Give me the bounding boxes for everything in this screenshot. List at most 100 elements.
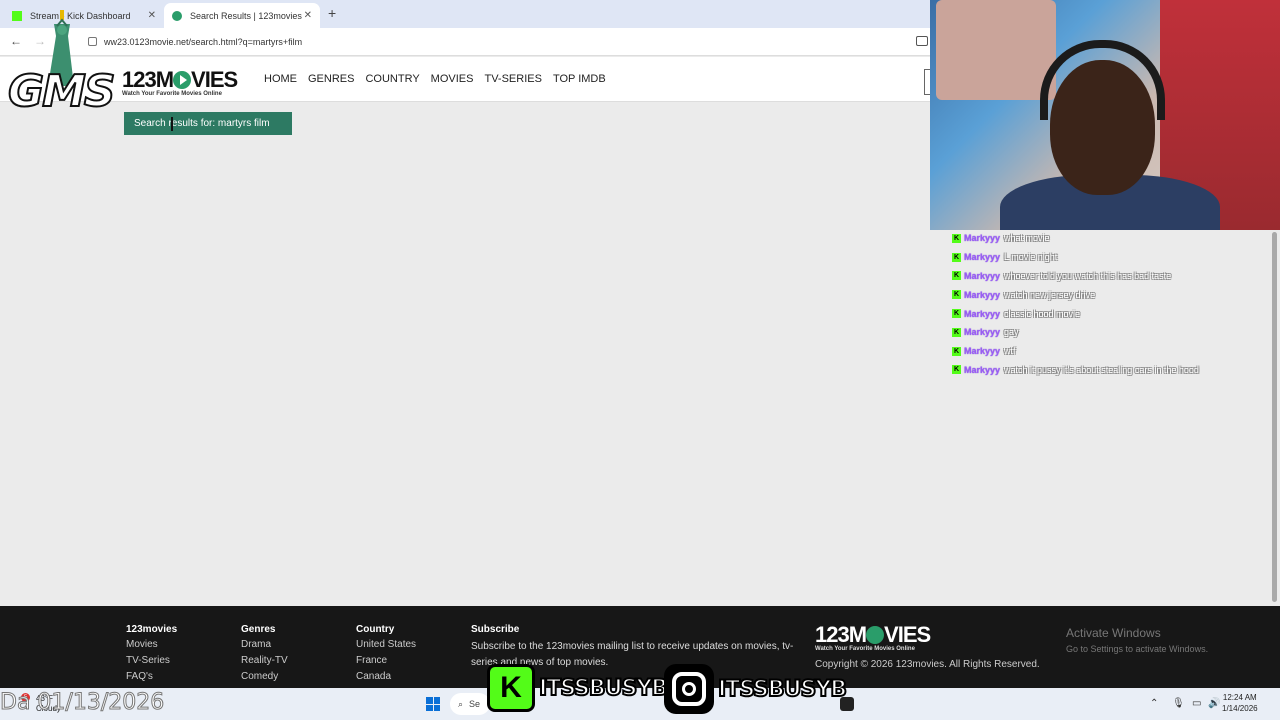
epic-games-icon[interactable] <box>840 697 854 711</box>
page-scrollbar[interactable] <box>1272 232 1277 602</box>
logo-text: 123M <box>815 622 867 647</box>
volume-icon[interactable]: 🔊 <box>1208 698 1220 709</box>
footer-heading: Subscribe <box>471 624 520 635</box>
chat-username: Markyyy <box>964 270 1001 281</box>
chat-message: K Markyyy watch new jersey drive <box>952 285 1252 304</box>
kick-badge-icon: K <box>952 290 961 300</box>
footer-logo[interactable]: 123M VIES Watch Your Favorite Movies Onli… <box>815 622 931 652</box>
footer-link-france[interactable]: France <box>356 655 416 668</box>
logo-text-end: VIES <box>884 622 931 647</box>
kick-badge-icon: K <box>952 365 961 375</box>
nav-tv-series[interactable]: TV-SERIES <box>484 73 541 85</box>
footer-link-drama[interactable]: Drama <box>241 639 288 652</box>
kick-badge-icon: K <box>952 271 961 281</box>
chat-username: Markyyy <box>964 364 1001 375</box>
kick-badge-icon: K <box>952 252 961 262</box>
nav-genres[interactable]: GENRES <box>308 73 354 85</box>
footer-heading: Genres <box>241 624 276 635</box>
taskbar-clock[interactable]: 12:24 AM 1/14/2026 <box>1222 692 1258 714</box>
taskbar-search[interactable]: ⌕ Se <box>450 693 490 715</box>
url-field[interactable]: ww23.0123movie.net/search.html?q=martyrs… <box>86 32 926 52</box>
play-icon <box>866 626 885 644</box>
chat-message: K Markyyy L movie night <box>952 248 1252 267</box>
logo-text: 123M <box>122 67 174 92</box>
footer-link-faqs[interactable]: FAQ's <box>126 671 177 684</box>
chat-text: wtf <box>1004 346 1016 357</box>
chat-overlay: K Markyyy what movie K Markyyy L movie night… <box>952 229 1252 379</box>
footer-link-canada[interactable]: Canada <box>356 671 416 684</box>
logo-tagline: Watch Your Favorite Movies Online <box>815 646 915 652</box>
activate-subtitle: Go to Settings to activate Windows. <box>1066 644 1209 654</box>
text-cursor-icon <box>171 117 173 131</box>
instagram-logo-icon <box>664 664 714 714</box>
kick-social-badge: K ITSSBUSYB <box>487 664 669 712</box>
chat-username: Markyyy <box>964 327 1001 338</box>
footer-col-country: Country United States France Canada <box>356 624 416 687</box>
chat-username: Markyyy <box>964 308 1001 319</box>
chat-text: gay <box>1004 327 1019 338</box>
windows-start-icon[interactable] <box>426 697 440 711</box>
play-icon <box>172 10 182 21</box>
main-nav: HOME GENRES COUNTRY MOVIES TV-SERIES TOP… <box>264 73 606 85</box>
search-results-text: Search results for: martyrs film <box>134 118 270 129</box>
footer-link-comedy[interactable]: Comedy <box>241 671 288 684</box>
chat-text: watch new jersey drive <box>1004 289 1096 300</box>
footer-heading: 123movies <box>126 624 178 635</box>
chat-message: K Markyyy wtf <box>952 342 1252 361</box>
close-icon[interactable]: ✕ <box>148 10 156 21</box>
activate-windows-watermark: Activate Windows Go to Settings to activ… <box>1066 626 1208 654</box>
site-logo[interactable]: 123M VIES Watch Your Favorite Movies Onli… <box>122 67 238 97</box>
headset-icon <box>1040 40 1165 120</box>
kick-handle: ITSSBUSYB <box>538 675 669 702</box>
tab-search-results[interactable]: Search Results | 123movies ✕ <box>164 3 320 28</box>
chevron-up-icon[interactable]: ⌃ <box>1150 698 1158 709</box>
microphone-icon[interactable]: 🎙 <box>1172 698 1185 709</box>
display-icon[interactable]: ▭ <box>1192 698 1201 709</box>
chat-username: Markyyy <box>964 252 1001 263</box>
instagram-handle: ITSSBUSYB <box>717 676 848 703</box>
nav-home[interactable]: HOME <box>264 73 297 85</box>
kick-badge-icon: K <box>952 327 961 337</box>
logo-text-end: VIES <box>191 67 238 92</box>
nav-country[interactable]: COUNTRY <box>365 73 419 85</box>
chat-text: watch it pussy it's about stealing cars … <box>1004 364 1199 375</box>
chat-text: whoever told you watch this has bad tast… <box>1004 270 1172 281</box>
footer-link-tv-series[interactable]: TV-Series <box>126 655 177 668</box>
activate-title: Activate Windows <box>1066 626 1161 640</box>
gms-overlay-logo: GMS <box>7 65 117 118</box>
logo-tagline: Watch Your Favorite Movies Online <box>122 91 222 97</box>
chat-text: what movie <box>1004 233 1050 244</box>
search-results-banner: Search results for: martyrs film <box>124 112 292 135</box>
chat-message: K Markyyy what movie <box>952 229 1252 248</box>
copyright-text: Copyright © 2026 123movies. All Rights R… <box>815 659 1040 670</box>
clock-date: 1/14/2026 <box>1222 704 1258 713</box>
taskbar-search-label: Se <box>469 699 481 709</box>
nav-top-imdb[interactable]: TOP IMDB <box>553 73 606 85</box>
kick-icon <box>12 10 22 21</box>
site-info-icon[interactable] <box>88 37 97 46</box>
instagram-social-badge: ITSSBUSYB <box>664 664 848 714</box>
footer-col-123movies: 123movies Movies TV-Series FAQ's <box>126 624 177 687</box>
chat-text: L movie night <box>1004 252 1058 263</box>
footer-link-united-states[interactable]: United States <box>356 639 416 652</box>
footer-col-genres: Genres Drama Reality-TV Comedy <box>241 624 288 687</box>
tab-kick-dashboard[interactable]: Stream - Kick Dashboard ✕ <box>4 3 164 28</box>
back-arrow-icon[interactable]: ← <box>10 34 22 48</box>
webcam-feed <box>930 0 1280 230</box>
footer-link-reality-tv[interactable]: Reality-TV <box>241 655 288 668</box>
footer-link-movies[interactable]: Movies <box>126 639 177 652</box>
chat-message: K Markyyy classic hood movie <box>952 304 1252 323</box>
date-overlay: Da 01/13/2026 <box>0 690 165 716</box>
kick-logo-icon: K <box>487 664 535 712</box>
kick-badge-icon: K <box>952 309 961 319</box>
play-icon <box>173 71 192 89</box>
chat-message: K Markyyy whoever told you watch this has … <box>952 267 1252 286</box>
kick-badge-icon: K <box>952 233 961 243</box>
tab-label: Search Results | 123movies <box>190 10 302 21</box>
chat-username: Markyyy <box>964 233 1001 244</box>
new-tab-button[interactable]: + <box>328 5 336 21</box>
nav-movies[interactable]: MOVIES <box>431 73 474 85</box>
chat-message: K Markyyy watch it pussy it's about steali… <box>952 361 1252 380</box>
close-icon[interactable]: ✕ <box>304 10 312 21</box>
cast-icon[interactable] <box>916 36 928 46</box>
